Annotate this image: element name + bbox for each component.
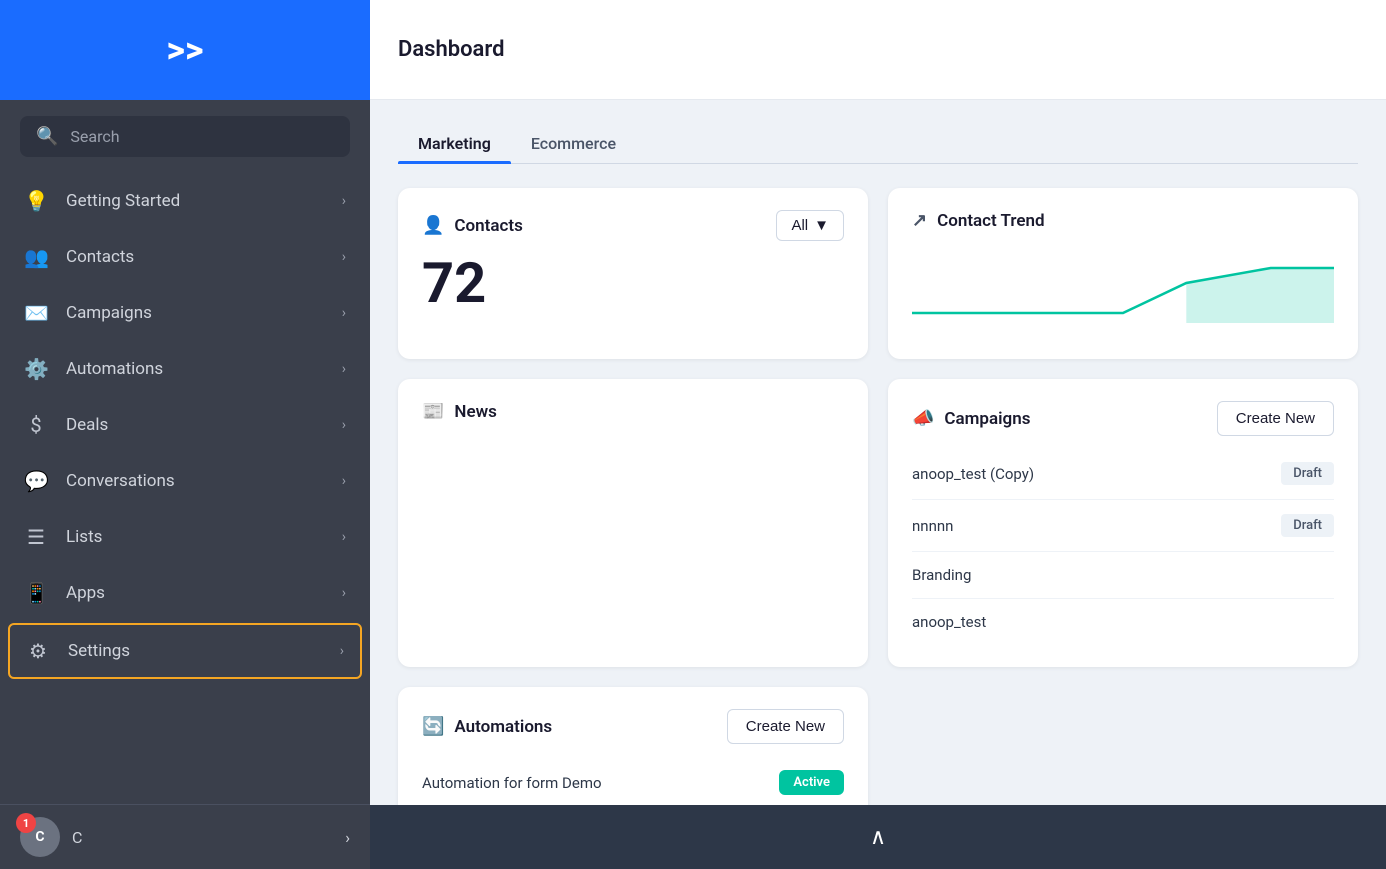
- chevron-up-icon: ∧: [870, 825, 886, 850]
- sidebar-item-label: Getting Started: [66, 191, 324, 211]
- sidebar-item-campaigns[interactable]: ✉️ Campaigns ›: [0, 285, 370, 341]
- sidebar: >> 🔍 Search 💡 Getting Started › 👥 Contac…: [0, 0, 370, 869]
- chevron-right-icon: ›: [342, 473, 346, 489]
- dashboard-grid: 👤 Contacts All ▼ 72 ↗ Contact Trend: [398, 188, 1358, 869]
- campaigns-card: 📣 Campaigns Create New anoop_test (Copy)…: [888, 379, 1358, 667]
- sidebar-item-label: Settings: [68, 641, 322, 661]
- contacts-card-header: 👤 Contacts All ▼: [422, 210, 844, 241]
- content-area: Marketing Ecommerce 👤 Contacts All ▼ 72: [370, 100, 1386, 869]
- apps-icon: 📱: [24, 581, 48, 605]
- deals-icon: $: [24, 413, 48, 437]
- chevron-right-icon: ›: [342, 361, 346, 377]
- campaigns-card-header: 📣 Campaigns Create New: [912, 401, 1334, 436]
- chevron-right-icon: ›: [340, 643, 344, 659]
- automation-status-badge: Active: [779, 770, 844, 795]
- megaphone-icon: 📣: [912, 408, 934, 429]
- conversations-icon: 💬: [24, 469, 48, 493]
- lightbulb-icon: 💡: [24, 189, 48, 213]
- sidebar-item-settings[interactable]: ⚙ Settings ›: [8, 623, 362, 679]
- chevron-right-icon: ›: [342, 585, 346, 601]
- nav-list: 💡 Getting Started › 👥 Contacts › ✉️ Camp…: [0, 173, 370, 804]
- campaign-status-badge: Draft: [1281, 462, 1334, 485]
- sidebar-item-automations[interactable]: ⚙️ Automations ›: [0, 341, 370, 397]
- sidebar-item-conversations[interactable]: 💬 Conversations ›: [0, 453, 370, 509]
- trend-chart: [912, 253, 1334, 333]
- campaign-item: anoop_test: [912, 599, 1334, 645]
- campaign-name: anoop_test: [912, 613, 986, 631]
- tab-marketing[interactable]: Marketing: [398, 124, 511, 163]
- chevron-right-icon: ›: [342, 193, 346, 209]
- sidebar-item-getting-started[interactable]: 💡 Getting Started ›: [0, 173, 370, 229]
- page-title: Dashboard: [398, 37, 504, 62]
- person-icon: 👤: [422, 215, 444, 236]
- sidebar-item-label: Contacts: [66, 247, 324, 267]
- sidebar-item-label: Apps: [66, 583, 324, 603]
- automation-item: Automation for form Demo Active: [422, 756, 844, 810]
- sidebar-item-label: Lists: [66, 527, 324, 547]
- tab-ecommerce[interactable]: Ecommerce: [511, 124, 636, 163]
- search-icon: 🔍: [36, 126, 58, 147]
- campaigns-list: anoop_test (Copy) Draft nnnnn Draft Bran…: [912, 448, 1334, 645]
- news-icon: 📰: [422, 401, 444, 422]
- automations-card-header: 🔄 Automations Create New: [422, 709, 844, 744]
- sidebar-header: >>: [0, 0, 370, 100]
- sidebar-item-deals[interactable]: $ Deals ›: [0, 397, 370, 453]
- campaigns-icon: ✉️: [24, 301, 48, 325]
- sidebar-item-label: Automations: [66, 359, 324, 379]
- sidebar-item-contacts[interactable]: 👥 Contacts ›: [0, 229, 370, 285]
- news-card-title: 📰 News: [422, 401, 497, 422]
- campaign-item: nnnnn Draft: [912, 500, 1334, 552]
- settings-icon: ⚙: [26, 639, 50, 663]
- sidebar-item-label: Campaigns: [66, 303, 324, 323]
- sidebar-item-apps[interactable]: 📱 Apps ›: [0, 565, 370, 621]
- campaign-name: nnnnn: [912, 517, 953, 535]
- news-card: 📰 News: [398, 379, 868, 667]
- trend-icon: ↗: [912, 210, 927, 231]
- bottom-popup[interactable]: ∧: [370, 805, 1386, 869]
- contacts-card-title: 👤 Contacts: [422, 215, 523, 236]
- search-bar[interactable]: 🔍 Search: [20, 116, 350, 157]
- automations-create-new-button[interactable]: Create New: [727, 709, 844, 744]
- notification-badge: 1: [16, 813, 36, 833]
- lists-icon: ☰: [24, 525, 48, 549]
- campaign-item: Branding: [912, 552, 1334, 599]
- chevron-right-icon: ›: [342, 249, 346, 265]
- news-card-header: 📰 News: [422, 401, 844, 422]
- contact-trend-card: ↗ Contact Trend: [888, 188, 1358, 359]
- automations-card-title: 🔄 Automations: [422, 716, 552, 737]
- campaign-status-badge: Draft: [1281, 514, 1334, 537]
- campaigns-create-new-button[interactable]: Create New: [1217, 401, 1334, 436]
- campaign-name: anoop_test (Copy): [912, 465, 1034, 483]
- main-content: Dashboard Marketing Ecommerce 👤 Contacts…: [370, 0, 1386, 869]
- user-menu[interactable]: 1 C C ›: [0, 804, 370, 869]
- logo-icon: >>: [166, 29, 203, 71]
- contacts-icon: 👥: [24, 245, 48, 269]
- top-bar: Dashboard: [370, 0, 1386, 100]
- contacts-count: 72: [422, 253, 844, 315]
- campaigns-card-title: 📣 Campaigns: [912, 408, 1030, 429]
- contacts-filter-dropdown[interactable]: All ▼: [776, 210, 844, 241]
- chevron-right-icon: ›: [345, 828, 350, 847]
- user-label: C: [72, 828, 333, 847]
- chevron-right-icon: ›: [342, 417, 346, 433]
- chevron-right-icon: ›: [342, 305, 346, 321]
- search-input[interactable]: Search: [70, 127, 119, 146]
- avatar: 1 C: [20, 817, 60, 857]
- automation-name: Automation for form Demo: [422, 774, 602, 792]
- chevron-right-icon: ›: [342, 529, 346, 545]
- sidebar-item-label: Deals: [66, 415, 324, 435]
- tab-bar: Marketing Ecommerce: [398, 124, 1358, 164]
- chevron-down-icon: ▼: [814, 217, 829, 234]
- sidebar-item-label: Conversations: [66, 471, 324, 491]
- contacts-card: 👤 Contacts All ▼ 72: [398, 188, 868, 359]
- campaign-item: anoop_test (Copy) Draft: [912, 448, 1334, 500]
- contact-trend-title: ↗ Contact Trend: [912, 210, 1045, 231]
- refresh-icon: 🔄: [422, 716, 444, 737]
- campaign-name: Branding: [912, 566, 971, 584]
- sidebar-item-lists[interactable]: ☰ Lists ›: [0, 509, 370, 565]
- contact-trend-header: ↗ Contact Trend: [912, 210, 1334, 231]
- automations-icon: ⚙️: [24, 357, 48, 381]
